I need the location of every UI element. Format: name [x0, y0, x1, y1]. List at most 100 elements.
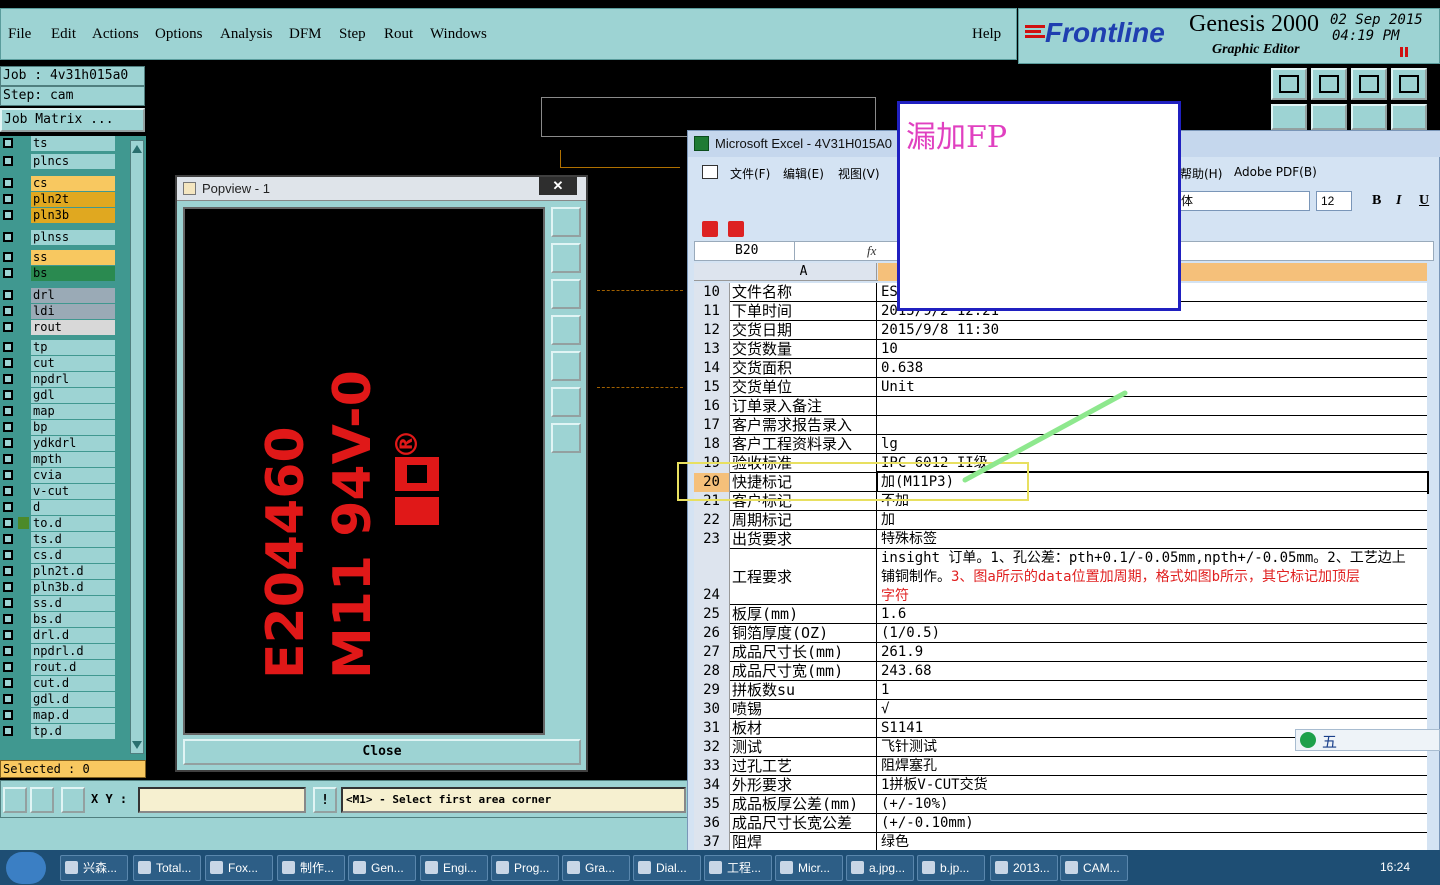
cell-a[interactable]: 板厚(mm) — [731, 605, 877, 624]
cell-a[interactable]: 客户工程资料录入 — [731, 435, 877, 454]
cell-a[interactable]: 客户需求报告录入 — [731, 416, 877, 435]
pv-zoom-in-icon[interactable] — [551, 207, 581, 237]
cell-a[interactable]: 订单录入备注 — [731, 397, 877, 416]
layer-checkbox[interactable] — [3, 438, 13, 448]
layer-name[interactable]: cs.d — [31, 548, 115, 563]
layer-checkbox[interactable] — [3, 582, 13, 592]
cell-a[interactable]: 外形要求 — [731, 776, 877, 795]
row-number[interactable]: 15 — [694, 378, 730, 397]
cell-b[interactable]: 1拼板V-CUT交货 — [878, 776, 1427, 795]
layer-pln3b.d[interactable]: pln3b.d — [0, 580, 130, 595]
layer-checkbox[interactable] — [3, 646, 13, 656]
menu-file[interactable]: File — [8, 26, 31, 43]
grid-tool-icon[interactable] — [61, 787, 85, 813]
layer-checkbox[interactable] — [3, 726, 13, 736]
menu-options[interactable]: Options — [155, 26, 203, 43]
layer-ts.d[interactable]: ts.d — [0, 532, 130, 547]
cell-a[interactable]: 成品尺寸长(mm) — [731, 643, 877, 662]
menu-view-cn[interactable]: 视图(V) — [838, 165, 880, 182]
cell-b[interactable]: insight 订单。1、孔公差：pth+0.1/-0.05mm,npth+/-… — [878, 549, 1427, 605]
cell-b[interactable]: 特殊标签 — [878, 530, 1427, 549]
taskbar-button[interactable]: Gen... — [348, 855, 416, 881]
cell-a[interactable]: 交货单位 — [731, 378, 877, 397]
cell-b[interactable]: √ — [878, 700, 1427, 719]
menu-adobe-pdf[interactable]: Adobe PDF(B) — [1234, 165, 1317, 179]
layer-checkbox[interactable] — [3, 598, 13, 608]
cell-a[interactable]: 交货面积 — [731, 359, 877, 378]
cell-a[interactable]: 过孔工艺 — [731, 757, 877, 776]
layer-bs[interactable]: bs — [0, 266, 130, 281]
layer-name[interactable]: bp — [31, 420, 115, 435]
table-row[interactable]: 34 外形要求 1拼板V-CUT交货 — [694, 776, 1427, 795]
layer-v-cut[interactable]: v-cut — [0, 484, 130, 499]
taskbar-button[interactable]: 制作... — [277, 855, 345, 881]
taskbar-button[interactable]: Total... — [133, 855, 201, 881]
layer-to.d[interactable]: to.d — [0, 516, 130, 531]
cell-b[interactable]: (+/-0.10mm) — [878, 814, 1427, 833]
cell-a[interactable]: 成品尺寸宽(mm) — [731, 662, 877, 681]
table-row[interactable]: 27 成品尺寸长(mm) 261.9 — [694, 643, 1427, 662]
layer-ldi[interactable]: ldi — [0, 304, 130, 319]
layer-checkbox[interactable] — [3, 374, 13, 384]
layer-checkbox[interactable] — [3, 422, 13, 432]
layer-name[interactable]: bs.d — [31, 612, 115, 627]
row-number[interactable]: 12 — [694, 321, 730, 340]
layer-name[interactable]: ss.d — [31, 596, 115, 611]
taskbar-button[interactable]: 2013... — [990, 855, 1058, 881]
layer-bs.d[interactable]: bs.d — [0, 612, 130, 627]
select-tool-icon[interactable] — [3, 787, 27, 813]
underline-button[interactable]: U — [1419, 193, 1429, 209]
cell-a[interactable]: 下单时间 — [731, 302, 877, 321]
table-row[interactable]: 29 拼板数su 1 — [694, 681, 1427, 700]
tool-export-icon[interactable] — [1311, 68, 1347, 100]
table-row[interactable]: 28 成品尺寸宽(mm) 243.68 — [694, 662, 1427, 681]
row-number[interactable]: 10 — [694, 283, 730, 302]
pause-icon[interactable] — [1400, 47, 1408, 57]
close-icon[interactable]: ✕ — [539, 177, 577, 195]
pv-right-icon[interactable] — [551, 351, 581, 381]
layer-checkbox[interactable] — [3, 518, 13, 528]
layer-tp[interactable]: tp — [0, 340, 130, 355]
taskbar-button[interactable]: Micr... — [775, 855, 843, 881]
layer-name[interactable]: pln2t — [31, 192, 115, 207]
table-row[interactable]: 22 周期标记加 — [694, 511, 1427, 530]
menu-edit-cn[interactable]: 编辑(E) — [783, 165, 824, 182]
layer-pln2t.d[interactable]: pln2t.d — [0, 564, 130, 579]
taskbar-button[interactable]: Fox... — [205, 855, 273, 881]
row-number[interactable]: 11 — [694, 302, 730, 321]
column-a-header[interactable]: A — [731, 263, 877, 281]
row-number[interactable]: 24 — [694, 549, 730, 605]
layer-name[interactable]: drl.d — [31, 628, 115, 643]
pdf-mail-icon[interactable] — [728, 221, 744, 237]
taskbar-button[interactable]: Dial... — [633, 855, 701, 881]
layer-mpth[interactable]: mpth — [0, 452, 130, 467]
layer-name[interactable]: map.d — [31, 708, 115, 723]
layer-cvia[interactable]: cvia — [0, 468, 130, 483]
cell-a[interactable]: 铜箔厚度(OZ) — [731, 624, 877, 643]
tool-home-icon[interactable] — [1351, 68, 1387, 100]
row-number[interactable]: 29 — [694, 681, 730, 700]
layer-name[interactable]: tp — [31, 340, 115, 355]
layer-name[interactable]: gdl.d — [31, 692, 115, 707]
table-row[interactable]: 12 交货日期 2015/9/8 11:30 — [694, 321, 1427, 340]
menu-rout[interactable]: Rout — [384, 26, 413, 43]
taskbar-button[interactable]: CAM... — [1060, 855, 1128, 881]
layer-pln2t[interactable]: pln2t — [0, 192, 130, 207]
taskbar-button[interactable]: 兴森... — [60, 855, 128, 881]
row-number[interactable]: 31 — [694, 719, 730, 738]
layer-checkbox[interactable] — [3, 630, 13, 640]
table-row[interactable]: 33 过孔工艺 阻焊塞孔 — [694, 757, 1427, 776]
layer-name[interactable]: cs — [31, 176, 115, 191]
taskbar-button[interactable]: Prog... — [491, 855, 559, 881]
layer-name[interactable]: to.d — [31, 516, 115, 531]
cell-b[interactable]: 1 — [878, 681, 1427, 700]
tool-undo-icon[interactable] — [1351, 104, 1387, 130]
layer-name[interactable]: tp.d — [31, 724, 115, 739]
layer-drl.d[interactable]: drl.d — [0, 628, 130, 643]
table-row[interactable]: 23 出货要求 特殊标签 — [694, 530, 1427, 549]
pv-up-icon[interactable] — [551, 243, 581, 273]
layer-name[interactable]: d — [31, 500, 115, 515]
layer-checkbox[interactable] — [3, 614, 13, 624]
cell-b[interactable]: 加 — [878, 511, 1427, 530]
layer-name[interactable]: ydkdrl — [31, 436, 115, 451]
